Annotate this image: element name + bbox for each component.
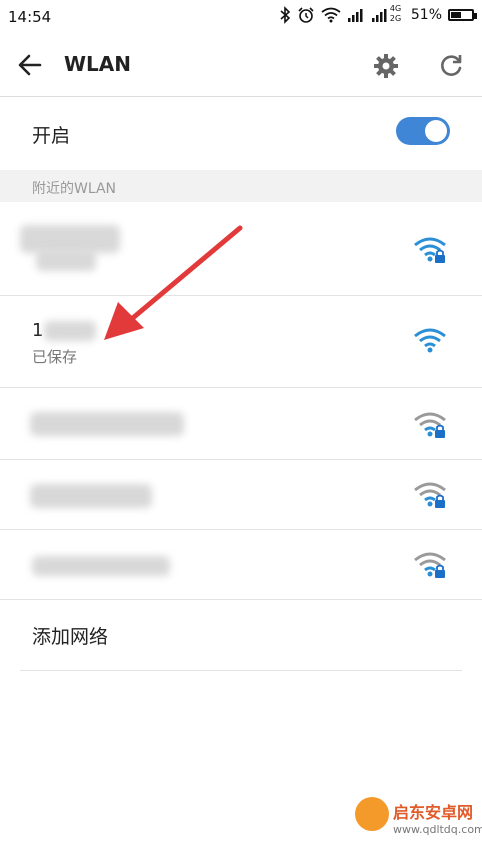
battery-fill xyxy=(451,12,461,18)
alarm-icon xyxy=(298,7,314,23)
network-row[interactable] xyxy=(0,388,482,460)
status-icons: 4G 2G 51% xyxy=(279,4,477,24)
add-network-label: 添加网络 xyxy=(32,626,109,648)
bluetooth-icon xyxy=(280,6,291,24)
wifi-secured-icon xyxy=(414,237,446,263)
network-name: 1 xyxy=(32,320,44,341)
refresh-icon[interactable] xyxy=(437,52,465,80)
battery-icon xyxy=(448,9,477,21)
watermark-url: www.qdltdq.com xyxy=(393,823,482,836)
signal-icon xyxy=(347,9,363,22)
settings-gear-icon[interactable] xyxy=(372,52,400,80)
redacted-network-name xyxy=(36,249,96,271)
battery-percent: 51% xyxy=(410,7,442,23)
section-header: 附近的WLAN xyxy=(0,170,482,202)
network-type-label: 4G xyxy=(389,4,402,13)
wlan-toggle-label: 开启 xyxy=(32,125,71,147)
wifi-secured-icon xyxy=(414,482,446,508)
network-status: 已保存 xyxy=(32,348,78,366)
divider xyxy=(20,670,462,671)
network-row[interactable] xyxy=(0,460,482,530)
wlan-toggle-row[interactable]: 开启 xyxy=(0,97,482,169)
redacted-network-name xyxy=(44,321,96,341)
status-time: 14:54 xyxy=(8,8,52,26)
wifi-secured-icon xyxy=(414,552,446,578)
add-network-button[interactable]: 添加网络 xyxy=(0,600,482,670)
page-title: WLAN xyxy=(64,52,132,76)
redacted-network-name xyxy=(30,484,152,508)
network-row[interactable] xyxy=(0,203,482,296)
redacted-network-name xyxy=(32,556,170,576)
watermark: 启东安卓网 www.qdltdq.com xyxy=(355,795,482,855)
network-row[interactable] xyxy=(0,530,482,600)
section-title: 附近的WLAN xyxy=(32,181,117,197)
redacted-network-name xyxy=(30,412,184,436)
watermark-logo-icon xyxy=(355,797,389,831)
wifi-status-icon xyxy=(321,7,341,23)
watermark-text: 启东安卓网 xyxy=(393,803,474,822)
signal-4g-icon: 4G 2G xyxy=(371,4,405,24)
network-sub-label: 2G xyxy=(389,14,402,23)
app-bar: WLAN xyxy=(0,34,482,97)
network-row[interactable]: 1 已保存 xyxy=(0,296,482,388)
toggle-knob xyxy=(425,120,447,142)
back-arrow-icon[interactable] xyxy=(16,51,44,79)
wifi-secured-icon xyxy=(414,412,446,438)
wifi-icon xyxy=(414,328,446,353)
wlan-toggle-switch[interactable] xyxy=(396,117,450,145)
status-bar: 14:54 4G 2G 51% xyxy=(0,0,482,34)
